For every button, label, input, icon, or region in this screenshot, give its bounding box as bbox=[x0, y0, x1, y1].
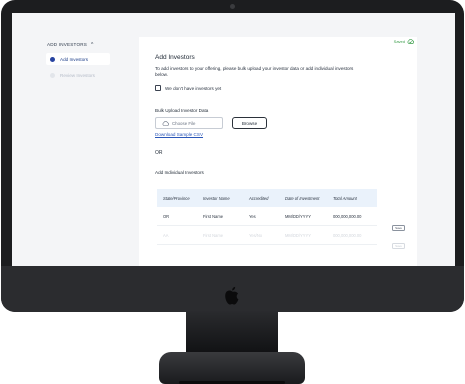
date-cell[interactable]: MM/DD/YYYY bbox=[285, 233, 333, 238]
sidebar-section-label: ADD INVESTORS bbox=[47, 42, 88, 47]
sidebar: ADD INVESTORS ^ Add Investors Review Inve… bbox=[12, 13, 124, 266]
bulk-upload-title: Bulk Upload Investor Data bbox=[155, 108, 209, 113]
saved-status: Saved bbox=[394, 39, 414, 44]
sidebar-step-label: Review Investors bbox=[60, 72, 95, 78]
investor-name-cell[interactable]: First Name bbox=[203, 214, 249, 219]
column-header: Date of Investment bbox=[285, 195, 320, 201]
row-save-button[interactable]: Save bbox=[392, 225, 405, 231]
table-row: OR First Name Yes MM/DD/YYYY 000,000,000… bbox=[157, 207, 377, 226]
screen: ADD INVESTORS ^ Add Investors Review Inve… bbox=[12, 13, 455, 266]
date-cell[interactable]: MM/DD/YYYY bbox=[285, 214, 333, 219]
state-cell[interactable]: AA bbox=[157, 233, 203, 238]
choose-file-placeholder: Choose File bbox=[172, 120, 196, 126]
download-sample-csv-link[interactable]: Download Sample CSV bbox=[155, 132, 203, 137]
camera-dot bbox=[230, 4, 235, 9]
step-active-dot-icon bbox=[50, 56, 55, 62]
amount-cell[interactable]: 000,000,000.00 bbox=[333, 233, 377, 238]
row-save-button[interactable]: Save bbox=[392, 243, 405, 249]
column-header: Investor Name bbox=[203, 195, 230, 201]
no-investors-checkbox-row[interactable]: We don't have investors yet bbox=[155, 85, 221, 91]
main-panel: Saved Add Investors To add investors to … bbox=[139, 37, 417, 266]
chevron-up-icon: ^ bbox=[91, 42, 94, 48]
accredited-cell[interactable]: Yes bbox=[249, 214, 285, 219]
sidebar-section-header[interactable]: ADD INVESTORS ^ bbox=[47, 42, 94, 48]
sidebar-step-review-investors[interactable]: Review Investors bbox=[46, 69, 110, 81]
page-description: To add investors to your offering, pleas… bbox=[155, 66, 354, 78]
saved-label: Saved bbox=[393, 39, 405, 44]
monitor-stand-base bbox=[159, 352, 305, 384]
column-header: State/Province bbox=[163, 195, 190, 201]
investor-name-cell[interactable]: First Name bbox=[203, 233, 249, 238]
sidebar-step-label: Add Investors bbox=[60, 56, 89, 62]
accredited-cell[interactable]: Yes/No bbox=[249, 233, 285, 238]
column-header: Accredited bbox=[249, 195, 269, 201]
column-header: Total Amount bbox=[333, 195, 357, 201]
monitor-stand-neck bbox=[186, 311, 278, 356]
table-header-row: State/Province Investor Name Accredited … bbox=[157, 189, 377, 207]
amount-cell[interactable]: 000,000,000.00 bbox=[333, 214, 377, 219]
investors-table: State/Province Investor Name Accredited … bbox=[157, 189, 377, 245]
or-separator: OR bbox=[155, 150, 163, 156]
choose-file-input[interactable]: Choose File bbox=[155, 117, 223, 129]
no-investors-checkbox[interactable] bbox=[155, 85, 161, 91]
page-title: Add Investors bbox=[155, 54, 195, 61]
browse-button[interactable]: Browse bbox=[232, 117, 267, 129]
sidebar-step-add-investors[interactable]: Add Investors bbox=[46, 53, 110, 65]
upload-cloud-icon bbox=[162, 120, 169, 126]
no-investors-label: We don't have investors yet bbox=[165, 85, 222, 91]
cloud-check-icon bbox=[407, 39, 414, 44]
table-row: AA First Name Yes/No MM/DD/YYYY 000,000,… bbox=[157, 226, 377, 245]
state-cell[interactable]: OR bbox=[157, 214, 203, 219]
step-inactive-dot-icon bbox=[50, 72, 55, 78]
apple-logo-icon bbox=[225, 286, 239, 305]
individual-investors-title: Add Individual Investors bbox=[155, 170, 204, 175]
